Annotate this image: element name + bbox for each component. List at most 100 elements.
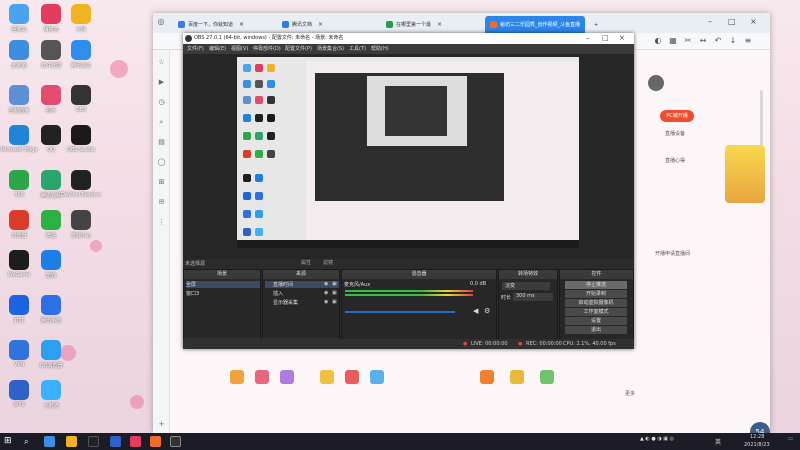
page-link[interactable]: 直播心得 [665, 157, 685, 164]
desktop-icon[interactable]: 钉钉 [4, 295, 34, 331]
desktop-icon[interactable]: 回收站 [4, 4, 34, 40]
clock-time[interactable]: 12:28 [750, 434, 764, 440]
close-tab-icon[interactable]: × [318, 21, 323, 28]
gamepad-icon[interactable]: ◐ [653, 36, 663, 46]
desktop-icon[interactable]: OBS [66, 85, 96, 121]
avatar[interactable] [648, 75, 664, 91]
menu-tools[interactable]: 工具(T) [349, 45, 366, 52]
pc-live-badge[interactable]: PC端开播 [660, 110, 694, 122]
desktop-icon[interactable]: QQ [36, 125, 66, 161]
studio-mode-button[interactable]: 工作室模式 [565, 308, 627, 316]
transition-select[interactable]: 淡变 [502, 282, 550, 290]
gift-icon[interactable] [540, 370, 554, 384]
volume-slider[interactable] [345, 311, 455, 313]
obs-preview[interactable] [183, 54, 634, 259]
desktop-icon[interactable]: 腾讯视频 [36, 170, 66, 206]
eye-icon[interactable]: ◉ [324, 290, 328, 296]
windows-start-icon[interactable]: ⊞ [4, 436, 15, 447]
gift-icon[interactable] [280, 370, 294, 384]
menu-scene-collection[interactable]: 场景集合(S) [317, 45, 344, 52]
desktop-icon[interactable]: WPS [4, 380, 34, 416]
taskbar-app-icon[interactable] [150, 436, 161, 447]
taskbar-app-icon[interactable] [130, 436, 141, 447]
lock-icon[interactable]: ▣ [332, 290, 337, 296]
grid-icon[interactable]: ▦ [668, 36, 678, 46]
desktop-icon[interactable]: OBS Studio [66, 125, 96, 161]
scene-item[interactable]: 窗口3 [186, 290, 199, 297]
desktop-icon[interactable]: 大师 [66, 4, 96, 40]
ime-indicator[interactable]: 英 [715, 437, 721, 446]
page-link[interactable]: 开播申请直播间 [655, 250, 690, 257]
star-icon[interactable]: ☆ [157, 58, 166, 67]
chat-icon[interactable]: ◯ [157, 158, 166, 167]
eye-icon[interactable]: ◉ [324, 281, 328, 287]
desktop-icon[interactable]: 酷狗 [36, 250, 66, 286]
settings-button[interactable]: 设置 [565, 317, 627, 325]
desktop-icon[interactable]: 腾讯手游 [36, 295, 66, 331]
page-link[interactable]: 直播设备 [665, 130, 685, 137]
desktop-icon[interactable]: WeGame [4, 250, 34, 286]
gift-icon[interactable] [230, 370, 244, 384]
desktop-icon[interactable]: 腾讯会议 [66, 40, 96, 76]
desktop-icon[interactable]: 嗨格式 [36, 4, 66, 40]
gift-icon[interactable] [510, 370, 524, 384]
menu-file[interactable]: 文件(F) [187, 45, 204, 52]
undo-icon[interactable]: ↶ [713, 36, 723, 46]
desktop-icon[interactable]: Microsoft Edge [1, 125, 37, 161]
properties-button[interactable]: 属性 [301, 259, 311, 266]
doc-icon[interactable]: ▤ [157, 138, 166, 147]
duration-input[interactable]: 300 ms [513, 293, 553, 301]
maximize-icon[interactable]: □ [728, 17, 736, 26]
maximize-icon[interactable]: □ [602, 33, 609, 44]
preview-canvas[interactable] [237, 57, 579, 248]
desktop-icon[interactable]: 软件管理 [36, 40, 66, 76]
speaker-icon[interactable]: ◀ [473, 307, 478, 315]
menu-edit[interactable]: 编辑(E) [209, 45, 226, 52]
viewer-count-badge[interactable]: 54 [750, 422, 770, 433]
taskbar-app-icon[interactable] [170, 436, 181, 447]
desktop-icon[interactable]: VPN [4, 340, 34, 376]
close-window-icon[interactable]: × [750, 17, 757, 26]
history-icon[interactable]: ◷ [157, 98, 166, 107]
minimize-icon[interactable]: – [586, 33, 590, 44]
source-item[interactable]: 插入 [265, 290, 283, 297]
tab-douyu-active[interactable]: 秘坊三二乐园秀_创作视频_斗鱼直播 [485, 16, 585, 33]
gift-icon[interactable] [480, 370, 494, 384]
source-item[interactable]: 显示器采集 [265, 299, 298, 306]
minimize-icon[interactable]: – [708, 17, 712, 26]
desktop-icon[interactable]: 此电脑 [4, 40, 34, 76]
gear-icon[interactable]: ⚙ [484, 307, 490, 315]
desktop-icon[interactable]: 控制面板 [4, 85, 34, 121]
virtual-camera-button[interactable]: 启动虚拟摄像机 [565, 299, 627, 307]
menu-view[interactable]: 视图(V) [231, 45, 248, 52]
filters-button[interactable]: 滤镜 [323, 259, 333, 266]
lock-icon[interactable]: ▣ [332, 299, 337, 305]
desktop-icon[interactable]: DaVinci Resolve [61, 170, 101, 206]
desktop-icon[interactable]: 照片 [36, 85, 66, 121]
scrollbar[interactable] [760, 90, 763, 150]
scene-item[interactable]: 全屏 [186, 281, 260, 288]
stop-streaming-button[interactable]: 停止推流 [565, 281, 627, 289]
search-icon[interactable]: ⌕ [157, 118, 166, 127]
close-tab-icon[interactable]: × [239, 21, 244, 28]
download-icon[interactable]: ↓ [728, 36, 738, 46]
apps-icon[interactable]: ⋮ [157, 218, 166, 227]
taskbar-app-icon[interactable] [44, 436, 55, 447]
desktop-icon[interactable]: 游戏中心 [66, 210, 96, 246]
lock-icon[interactable]: ▣ [332, 281, 337, 287]
eye-icon[interactable]: ◉ [324, 299, 328, 305]
exit-button[interactable]: 退出 [565, 326, 627, 334]
menu-icon[interactable]: ≡ [743, 36, 753, 46]
start-recording-button[interactable]: 开始录制 [565, 290, 627, 298]
page-link[interactable]: 更多 [625, 390, 635, 397]
tray-icons[interactable]: ▲ ◐ ● ◑ ▣ ◎ [640, 436, 674, 442]
tab-baidu[interactable]: 百度一下，你就知道 × [173, 16, 273, 33]
search-icon[interactable]: ⌕ [24, 436, 35, 447]
new-tab-button[interactable]: + [589, 16, 603, 33]
tab-third[interactable]: 在哪里第一个最 × [381, 16, 481, 33]
desktop-icon[interactable]: 微信 [36, 210, 66, 246]
taskbar-app-icon[interactable] [66, 436, 77, 447]
menu-docks[interactable]: 停靠部件(D) [253, 45, 281, 52]
cart-icon[interactable]: ⊞ [157, 178, 166, 187]
menu-help[interactable]: 帮助(H) [371, 45, 389, 52]
